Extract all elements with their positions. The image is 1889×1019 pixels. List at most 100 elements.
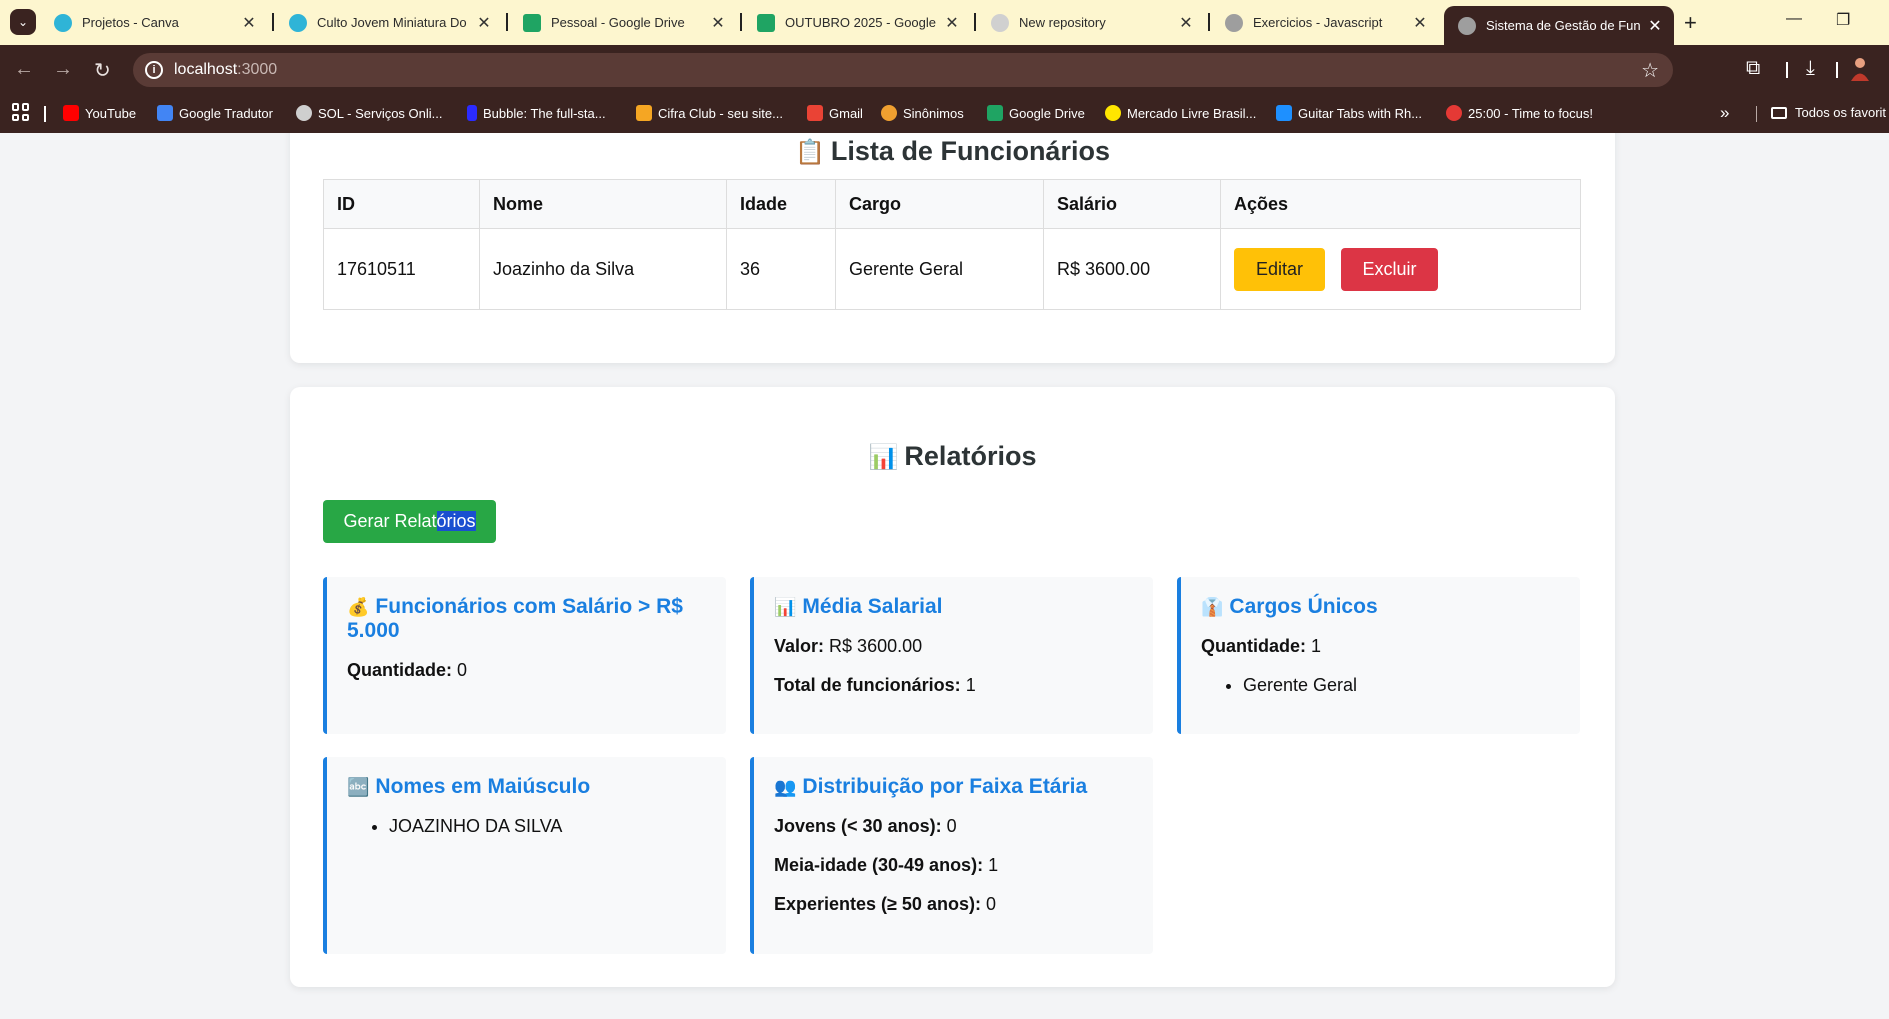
cell-acoes: Editar Excluir [1220,228,1581,310]
bookmark-gmail[interactable]: Gmail [807,105,863,121]
uppercase-names-list: JOAZINHO DA SILVA [389,815,706,837]
table-header-row: ID Nome Idade Cargo Salário Ações [323,179,1581,229]
age-middle: Meia-idade (30-49 anos): 1 [774,855,999,875]
report-uppercase-names: 🔤Nomes em Maiúsculo JOAZINHO DA SILVA [323,757,726,954]
folder-icon [1771,106,1787,119]
list-item: Gerente Geral [1243,674,1560,696]
tab-culto-jovem[interactable]: Culto Jovem Miniatura Do ✕ [275,6,503,39]
address-bar[interactable]: i localhost:3000 ☆ [133,53,1673,87]
more-bookmarks-icon[interactable]: » [1720,103,1729,123]
google-drive-icon [757,13,775,32]
clipboard-icon: 📋 [795,139,825,166]
tab-title: Pessoal - Google Drive [551,15,685,30]
all-bookmarks-folder[interactable]: Todos os favorit [1771,105,1886,120]
tab-new-repository[interactable]: New repository ✕ [977,6,1205,39]
restore-icon[interactable]: ❐ [1836,10,1850,30]
close-icon[interactable]: ✕ [238,13,260,33]
report-unique-roles: 👔Cargos Únicos Quantidade: 1 Gerente Ger… [1177,577,1580,734]
report-heading: 💰 Funcionários com Salário > R$ 5.000 [347,595,683,642]
bookmark-time-to-focus[interactable]: 25:00 - Time to focus! [1446,105,1593,121]
employee-table: ID Nome Idade Cargo Salário Ações 176105… [323,179,1581,310]
extensions-icon[interactable]: ⧉ [1746,57,1760,80]
report-heading: 👥 Distribuição por Faixa Etária [774,775,1088,798]
unique-roles-list: Gerente Geral [1243,674,1560,696]
employee-list-card: 📋 Lista de Funcionários ID Nome Idade Car… [290,133,1615,363]
minimize-icon[interactable]: — [1786,10,1802,28]
back-icon[interactable]: ← [14,58,34,81]
check-circle-icon [1446,105,1462,121]
people-icon: 👥 [774,777,797,797]
close-icon[interactable]: ✕ [473,13,495,33]
bookmarks-divider [44,106,46,122]
bookmarks-divider [1756,106,1757,122]
youtube-icon [63,105,79,121]
tab-strip: ⌄ Projetos - Canva ✕ Culto Jovem Miniatu… [0,0,1889,45]
close-icon[interactable]: ✕ [1644,16,1666,36]
column-header-idade: Idade [726,179,836,229]
site-info-icon[interactable]: i [145,61,163,79]
profile-avatar-icon[interactable] [1848,56,1872,82]
github-icon [991,13,1009,32]
canva-icon [289,13,307,32]
forward-icon[interactable]: → [53,58,73,81]
google-translate-icon [157,105,173,121]
bookmark-star-icon[interactable]: ☆ [1641,58,1659,83]
page-viewport: 📋 Lista de Funcionários ID Nome Idade Car… [0,133,1889,1019]
tab-title: New repository [1019,15,1106,30]
report-salary-over-5000: 💰 Funcionários com Salário > R$ 5.000 Qua… [323,577,726,734]
google-drive-icon [987,105,1003,121]
bookmark-bubble[interactable]: Bubble: The full-sta... [467,105,606,121]
bookmark-google-drive[interactable]: Google Drive [987,105,1085,121]
new-tab-button[interactable]: + [1684,10,1697,36]
reports-card: 📊 Relatórios Gerar Relatórios 💰 Funcionári… [290,387,1615,987]
globe-icon [1458,16,1476,35]
tab-search-button[interactable]: ⌄ [10,9,36,35]
tab-divider [272,13,274,31]
canva-icon [54,13,72,32]
reports-title: 📊 Relatórios [868,441,1037,471]
tab-exercicios-javascript[interactable]: Exercicios - Javascript ✕ [1211,6,1439,39]
report-average-salary: 📊 Média Salarial Valor: R$ 3600.00 Total … [750,577,1153,734]
report-heading: 🔤 Nomes em Maiúsculo [347,775,591,798]
column-header-acoes: Ações [1220,179,1581,229]
cell-id: 17610511 [323,228,480,310]
sinonimos-icon [881,105,897,121]
apps-grid-icon[interactable] [12,103,30,121]
close-icon[interactable]: ✕ [707,13,729,33]
bookmarks-bar: YouTube Google Tradutor SOL - Serviços O… [0,95,1889,133]
cell-nome: Joazinho da Silva [479,228,727,310]
bookmark-mercado-livre[interactable]: Mercado Livre Brasil... [1105,105,1256,121]
bookmark-guitar-tabs[interactable]: Guitar Tabs with Rh... [1276,105,1422,121]
list-item: JOAZINHO DA SILVA [389,815,706,837]
edit-button[interactable]: Editar [1234,247,1325,291]
column-header-nome: Nome [479,179,727,229]
bookmark-sol[interactable]: SOL - Serviços Onli... [296,105,443,121]
money-bag-icon: 💰 [347,597,370,617]
download-icon[interactable]: ⤓ [1806,57,1815,80]
gmail-icon [807,105,823,121]
column-header-cargo: Cargo [835,179,1044,229]
report-average-value: Valor: R$ 3600.00 [774,636,923,656]
delete-button[interactable]: Excluir [1341,247,1438,291]
close-icon[interactable]: ✕ [1409,13,1431,33]
globe-icon [296,105,312,121]
close-icon[interactable]: ✕ [941,13,963,33]
tab-pessoal-drive[interactable]: Pessoal - Google Drive ✕ [509,6,737,39]
url-text: localhost:3000 [174,61,278,78]
generate-reports-button[interactable]: Gerar Relatórios [323,500,496,543]
bookmark-youtube[interactable]: YouTube [63,105,136,121]
bar-chart-icon: 📊 [868,444,899,471]
reload-icon[interactable]: ↻ [94,58,111,83]
tab-sistema-gestao[interactable]: Sistema de Gestão de Fun ✕ [1444,6,1674,45]
tab-title: OUTUBRO 2025 - Google [785,15,937,30]
tab-projetos-canva[interactable]: Projetos - Canva ✕ [40,6,268,39]
bookmark-google-tradutor[interactable]: Google Tradutor [157,105,273,121]
report-heading: 📊 Média Salarial [774,595,943,618]
report-quantity: Quantidade: 0 [347,660,468,680]
close-icon[interactable]: ✕ [1175,13,1197,33]
report-total-employees: Total de funcionários: 1 [774,675,976,695]
tab-outubro-2025[interactable]: OUTUBRO 2025 - Google ✕ [743,6,971,39]
bookmark-sinonimos[interactable]: Sinônimos [881,105,964,121]
bookmark-cifra-club[interactable]: Cifra Club - seu site... [636,105,783,121]
cell-idade: 36 [726,228,836,310]
